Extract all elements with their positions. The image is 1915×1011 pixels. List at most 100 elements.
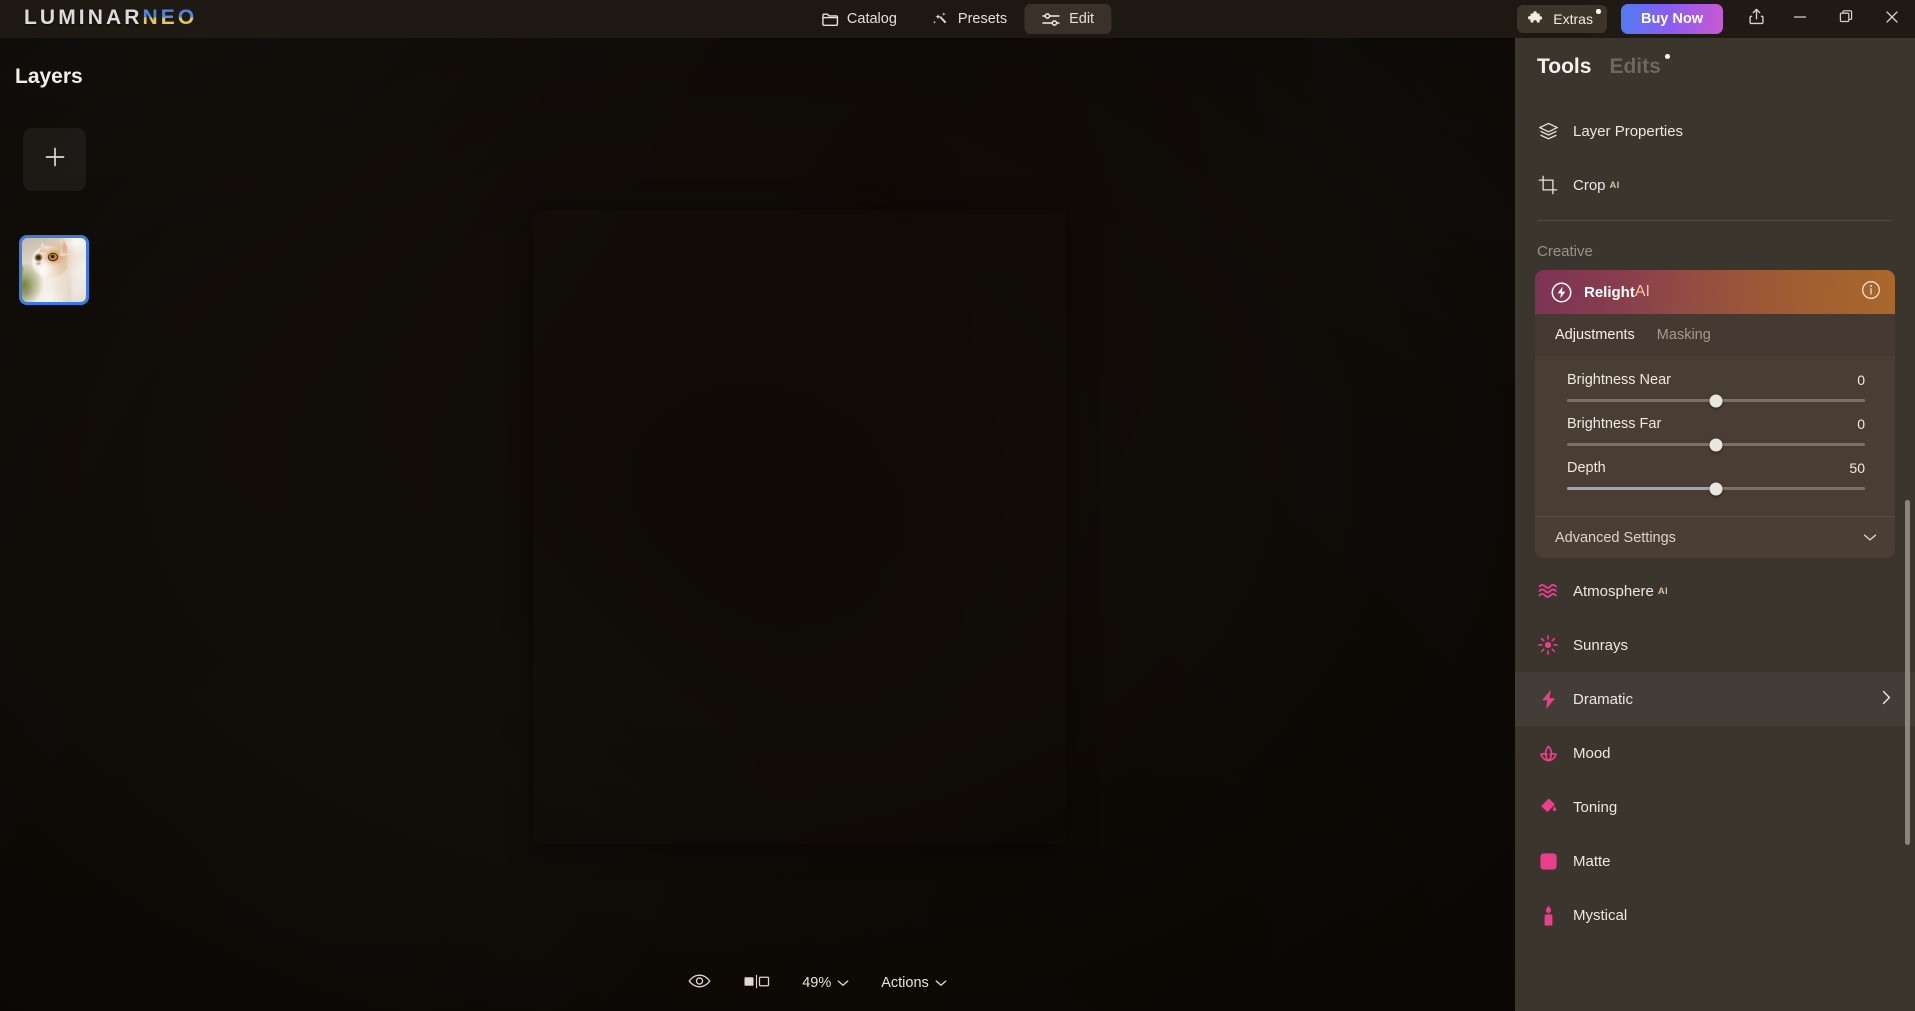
slider-handle[interactable]: [1709, 394, 1723, 407]
tool-mood[interactable]: Mood: [1515, 726, 1915, 780]
maximize-button[interactable]: [1823, 0, 1869, 38]
relight-subtabs: Adjustments Masking: [1535, 314, 1895, 356]
magic-wand-icon: [931, 11, 949, 28]
slider-handle[interactable]: [1709, 482, 1723, 495]
tab-edits[interactable]: Edits: [1609, 54, 1670, 79]
tool-label-matte: Matte: [1573, 852, 1611, 870]
slider-label: Brightness Near: [1567, 372, 1671, 388]
tool-label-layer-properties: Layer Properties: [1573, 122, 1684, 140]
close-button[interactable]: [1869, 0, 1915, 38]
tool-sunrays[interactable]: Sunrays: [1515, 618, 1915, 672]
buy-now-button[interactable]: Buy Now: [1620, 4, 1723, 34]
slider-depth: Depth 50: [1535, 456, 1895, 500]
tool-crop[interactable]: Crop AI: [1515, 158, 1915, 212]
actions-dropdown[interactable]: Actions: [865, 966, 963, 1000]
image-canvas[interactable]: [533, 210, 1066, 844]
panel-divider: [1537, 220, 1891, 221]
tool-layer-properties[interactable]: Layer Properties: [1515, 104, 1915, 158]
tool-label-mood: Mood: [1573, 744, 1611, 762]
advanced-settings-toggle[interactable]: Advanced Settings: [1535, 516, 1895, 558]
close-icon: [1884, 9, 1900, 30]
logo-text-luminar: LUMINAR: [24, 6, 143, 29]
bolt-icon: [1537, 688, 1559, 710]
compare-view-button[interactable]: [727, 966, 786, 1000]
nav-tab-presets[interactable]: Presets: [914, 4, 1024, 34]
share-icon: [1748, 8, 1764, 30]
chevron-down-icon: [837, 975, 849, 991]
slider-handle[interactable]: [1709, 438, 1723, 451]
toggle-preview-button[interactable]: [672, 966, 727, 1000]
sliders-icon: [1041, 12, 1060, 27]
paint-bucket-icon: [1537, 796, 1559, 818]
panel-scrollbar[interactable]: [1905, 500, 1910, 845]
relight-body: Adjustments Masking Brightness Near 0 Br…: [1535, 314, 1895, 516]
layers-icon: [1537, 120, 1559, 142]
tool-dramatic[interactable]: Dramatic: [1515, 672, 1915, 726]
add-layer-button[interactable]: [23, 128, 86, 191]
slider-track[interactable]: [1567, 394, 1865, 407]
eye-icon: [688, 973, 711, 993]
share-button[interactable]: [1735, 0, 1777, 38]
nav-label-catalog: Catalog: [846, 11, 897, 27]
tool-atmosphere[interactable]: Atmosphere AI: [1515, 564, 1915, 618]
crop-icon: [1537, 174, 1559, 196]
tool-label-dramatic: Dramatic: [1573, 690, 1634, 708]
layers-panel: Layers: [0, 38, 120, 1011]
nav-tab-edit[interactable]: Edit: [1024, 4, 1112, 34]
tool-label-crop: Crop: [1573, 176, 1606, 194]
tools-scroll-area: Layer Properties Crop AI Creative Religh…: [1515, 96, 1915, 1011]
waves-icon: [1537, 580, 1559, 602]
canvas-toolbar: 49% Actions: [120, 955, 1515, 1011]
plus-icon: [42, 144, 68, 175]
tool-toning[interactable]: Toning: [1515, 780, 1915, 834]
tools-panel: Tools Edits Layer Properties Crop AI Cre…: [1515, 38, 1915, 1011]
edited-photo: [533, 210, 1066, 844]
layers-title: Layers: [15, 65, 83, 88]
layer-thumbnail-1[interactable]: [19, 235, 89, 305]
zoom-level-dropdown[interactable]: 49%: [786, 966, 865, 1000]
slider-label: Depth: [1567, 460, 1606, 476]
edits-badge-dot: [1664, 54, 1670, 59]
extras-button[interactable]: Extras: [1517, 5, 1607, 33]
tool-mystical[interactable]: Mystical: [1515, 888, 1915, 942]
slider-label: Brightness Far: [1567, 416, 1662, 432]
tab-tools-label: Tools: [1537, 55, 1592, 78]
compare-view-icon: [743, 974, 770, 993]
ai-badge: AI: [1657, 585, 1668, 597]
actions-label: Actions: [881, 975, 929, 991]
tool-label-relight: Relight: [1584, 283, 1635, 301]
slider-brightness-near: Brightness Near 0: [1535, 368, 1895, 412]
relight-sliders: Brightness Near 0 Brightness Far 0 Depth…: [1535, 356, 1895, 516]
nav-label-edit: Edit: [1069, 11, 1095, 27]
tool-label-sunrays: Sunrays: [1573, 636, 1629, 654]
tab-tools[interactable]: Tools: [1537, 55, 1591, 79]
tool-label-atmosphere: Atmosphere: [1573, 582, 1654, 600]
title-bar: LUMINARNEO Catalog Presets Edit Extras B…: [0, 0, 1915, 38]
lotus-icon: [1537, 742, 1559, 764]
slider-track[interactable]: [1567, 482, 1865, 495]
tool-matte[interactable]: Matte: [1515, 834, 1915, 888]
chevron-right-icon: [1882, 690, 1891, 709]
slider-track[interactable]: [1567, 438, 1865, 451]
slider-value: 50: [1849, 460, 1865, 476]
tool-relight-header[interactable]: Relight AI: [1535, 270, 1895, 314]
info-icon[interactable]: [1861, 280, 1881, 305]
app-logo: LUMINARNEO: [24, 5, 197, 31]
subtab-adjustments[interactable]: Adjustments: [1555, 327, 1635, 343]
slider-brightness-far: Brightness Far 0: [1535, 412, 1895, 456]
bolt-circle-icon: [1551, 282, 1572, 303]
buy-now-label: Buy Now: [1640, 11, 1703, 27]
minimize-icon: [1792, 10, 1808, 28]
subtab-masking[interactable]: Masking: [1657, 327, 1711, 343]
luminar-neo-window: LUMINARNEO Catalog Presets Edit Extras B…: [0, 0, 1915, 1011]
minimize-button[interactable]: [1777, 0, 1823, 38]
subtab-masking-label: Masking: [1656, 327, 1711, 343]
main-nav: Catalog Presets Edit: [804, 0, 1112, 38]
nav-tab-catalog[interactable]: Catalog: [804, 4, 914, 34]
candle-icon: [1537, 904, 1559, 926]
tool-label-toning: Toning: [1573, 798, 1618, 816]
panel-tabs: Tools Edits: [1515, 38, 1915, 96]
maximize-icon: [1838, 9, 1854, 29]
layer-thumbnail-image: [22, 238, 86, 302]
zoom-level-label: 49%: [802, 975, 832, 991]
